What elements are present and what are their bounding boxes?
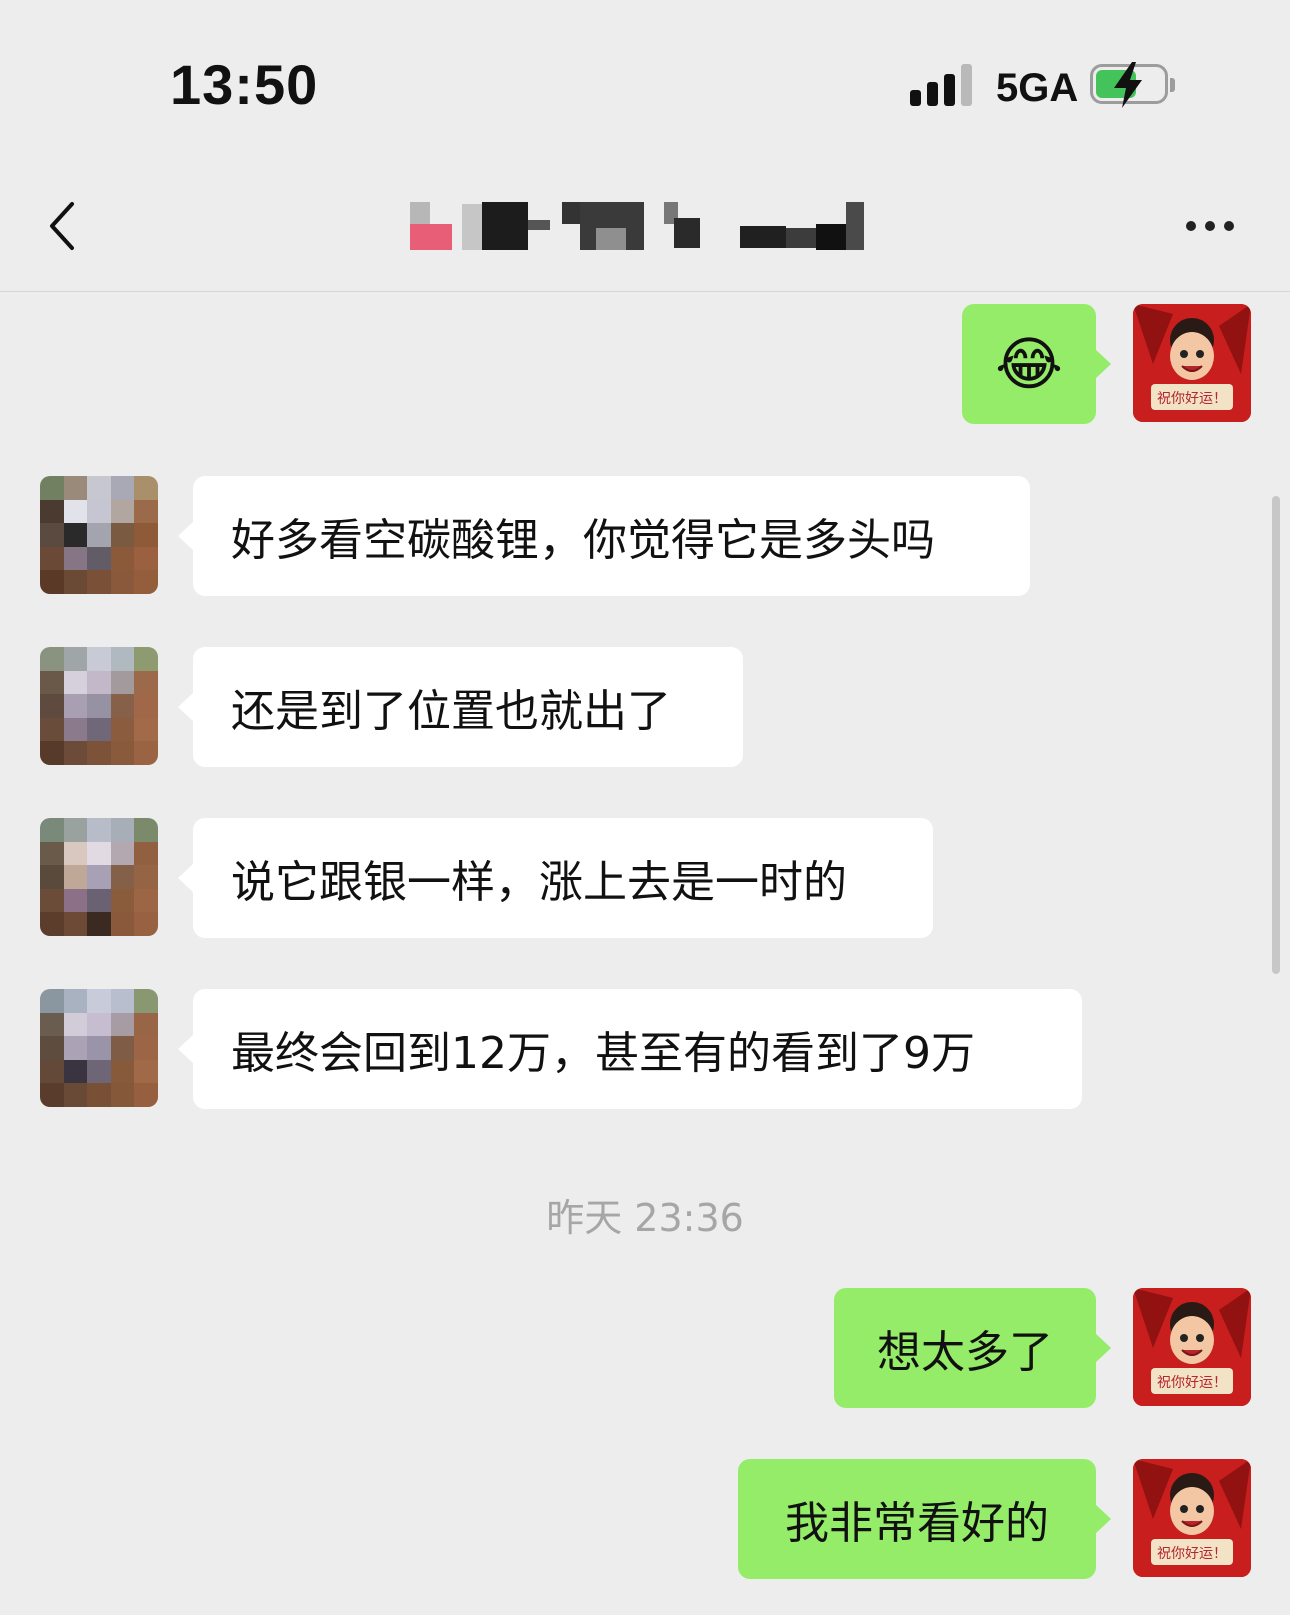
more-button[interactable] [1182,210,1238,240]
message-text: 好多看空碳酸锂，你觉得它是多头吗 [231,515,935,566]
chat-header [0,160,1290,292]
self-avatar[interactable]: 祝你好运！ [1133,304,1251,422]
self-avatar-caption: 祝你好运！ [1157,391,1227,407]
chat-scrollbar[interactable] [1272,496,1280,974]
self-avatar-caption: 祝你好运！ [1157,1375,1227,1391]
contact-avatar[interactable] [40,818,158,936]
chat-title-obscured [410,202,890,252]
chevron-left-icon [50,202,74,250]
message-text: 最终会回到12万，甚至有的看到了9万 [231,1028,975,1079]
message-text: 想太多了 [877,1327,1053,1378]
message-text: 我非常看好的 [785,1498,1049,1549]
message-bubble-outgoing[interactable]: 想太多了 [834,1288,1111,1408]
message-bubble-incoming[interactable]: 说它跟银一样，涨上去是一时的 [178,818,933,938]
status-bar: 13:50 5GA [0,0,1290,160]
status-time: 13:50 [170,53,319,116]
contact-avatar[interactable] [40,476,158,594]
signal-strength-icon [910,64,976,106]
message-bubble-incoming[interactable]: 最终会回到12万，甚至有的看到了9万 [178,989,1082,1109]
message-text: 说它跟银一样，涨上去是一时的 [231,857,847,908]
self-avatar-caption: 祝你好运！ [1157,1546,1227,1562]
message-bubble-outgoing-emoji[interactable]: 😂 [962,304,1111,424]
back-button[interactable] [40,196,96,256]
network-label: 5GA [996,66,1079,110]
self-avatar[interactable]: 祝你好运！ [1133,1288,1251,1406]
self-avatar[interactable]: 祝你好运！ [1133,1459,1251,1577]
message-bubble-outgoing[interactable]: 我非常看好的 [738,1459,1111,1579]
message-bubble-incoming[interactable]: 还是到了位置也就出了 [178,647,743,767]
message-timestamp: 昨天 23:36 [546,1196,744,1240]
contact-avatar[interactable] [40,647,158,765]
tears-of-joy-emoji: 😂 [995,330,1063,398]
contact-avatar[interactable] [40,989,158,1107]
more-dots-icon [1186,221,1196,231]
battery-charging-icon [1090,62,1176,108]
message-text: 还是到了位置也就出了 [231,686,671,737]
message-bubble-incoming[interactable]: 好多看空碳酸锂，你觉得它是多头吗 [178,476,1030,596]
